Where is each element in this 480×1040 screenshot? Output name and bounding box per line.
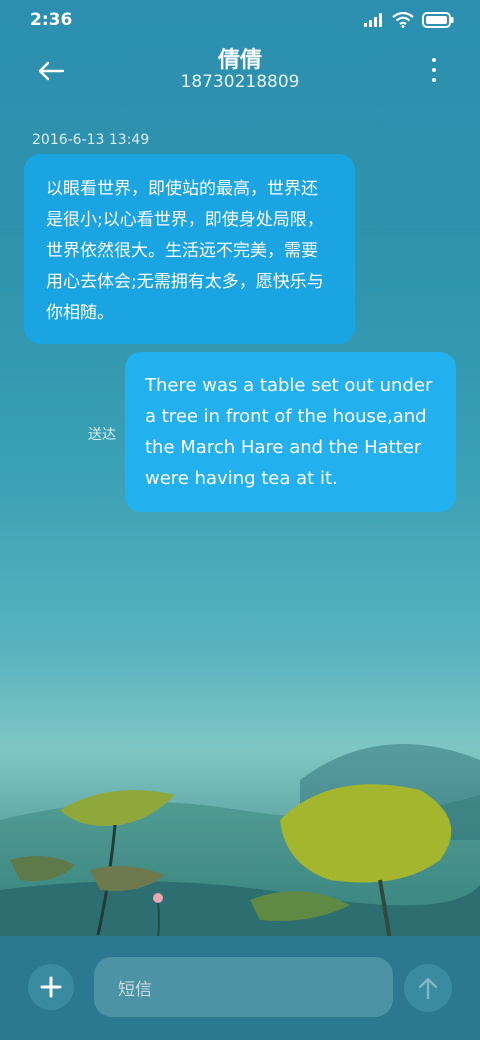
lotus-scenery-illustration <box>0 744 480 940</box>
conversation-header: 倩倩 18730218809 <box>0 40 480 100</box>
send-arrow-icon <box>418 977 438 1000</box>
outgoing-message-bubble[interactable]: There was a table set out under a tree i… <box>125 352 456 512</box>
status-bar: 2:36 <box>0 0 480 40</box>
plus-icon <box>40 976 62 998</box>
contact-phone: 18730218809 <box>180 72 300 92</box>
signal-icon <box>364 13 382 27</box>
more-menu-icon[interactable] <box>426 58 442 82</box>
send-button[interactable] <box>404 964 452 1012</box>
message-input[interactable]: 短信 <box>94 957 393 1017</box>
message-input-placeholder: 短信 <box>118 979 152 1000</box>
wifi-icon <box>392 12 414 28</box>
status-time: 2:36 <box>30 10 73 30</box>
contact-name: 倩倩 <box>217 48 262 73</box>
delivery-status: 送达 <box>88 427 116 443</box>
incoming-message-bubble[interactable]: 以眼看世界，即使站的最高，世界还是很小;以心看世界，即使身处局限，世界依然很大。… <box>24 154 355 344</box>
status-icons <box>364 12 454 28</box>
add-attachment-button[interactable] <box>28 964 74 1010</box>
message-timestamp: 2016-6-13 13:49 <box>32 132 150 148</box>
battery-icon <box>422 12 454 28</box>
